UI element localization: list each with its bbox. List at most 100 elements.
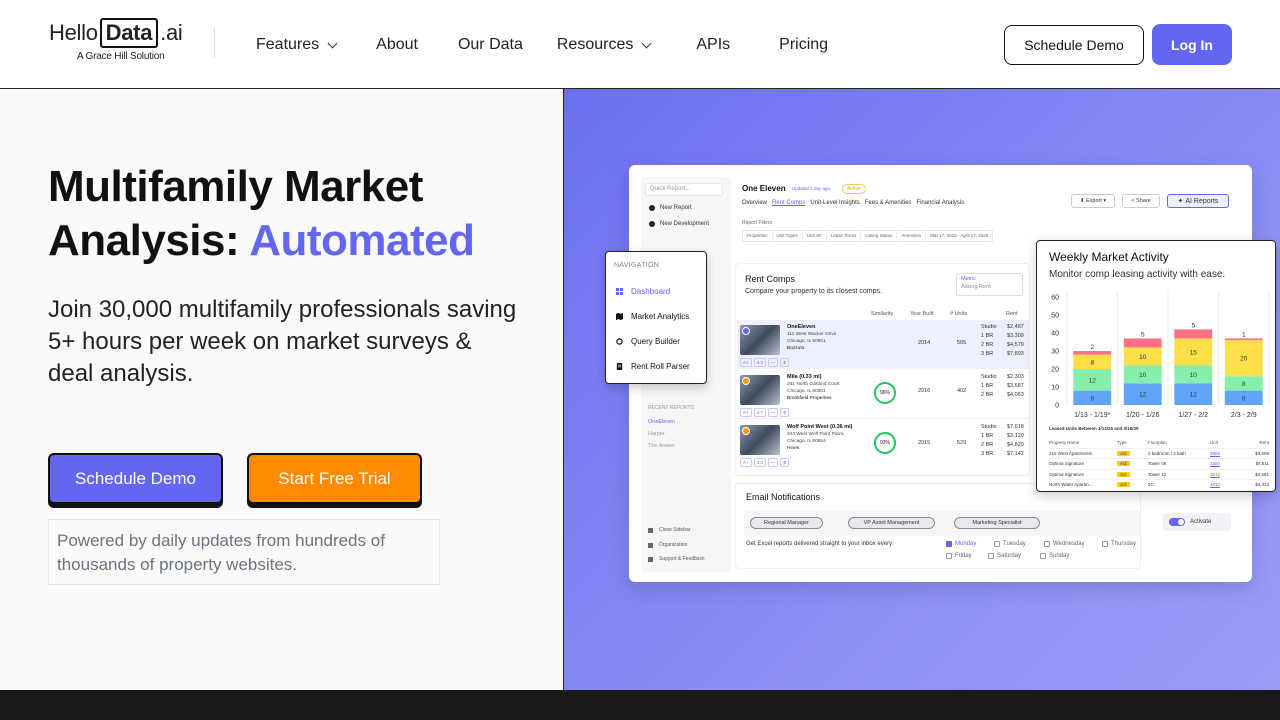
comp-units: 402 (957, 388, 967, 394)
report-filters: Properties Unit Types Unit SF Lease Term… (742, 230, 994, 242)
filter-chip: Lease Terms (827, 231, 862, 241)
leased-units-table: Property Name Type Floorplan Unit Rent 2… (1049, 438, 1269, 491)
rent-comps-card: Rent Comps Compare your property to its … (735, 263, 1030, 476)
comp-rents: $7,618 $3,120 $4,829 $7,142 (1007, 423, 1024, 459)
nav-features[interactable]: Features (256, 34, 338, 56)
nav-apis-label: APIs (696, 36, 731, 53)
unit-type: Studio (981, 424, 997, 430)
export-label: Export (1085, 198, 1102, 204)
checkbox-icon (1044, 541, 1050, 547)
share-label: Share (1136, 198, 1151, 204)
start-free-trial-button[interactable]: Start Free Trial (247, 453, 422, 504)
col-header: Property Name (1049, 440, 1080, 446)
nav-popup-query-builder: Query Builder (616, 337, 680, 346)
cell-property: Optima Signature (1049, 471, 1085, 477)
tab-unit-level-insights: Unit-Level Insights (810, 200, 860, 206)
status-badge: Active (842, 184, 866, 194)
nav-our-data-label: Our Data (457, 36, 523, 53)
nav-about-label: About (376, 36, 418, 53)
cell-rent: $4,511 (1255, 461, 1269, 467)
nav-links: Features About Our Data Resources APIs P… (256, 34, 828, 56)
day-checkbox-wednesday: Wednesday (1044, 541, 1085, 547)
plus-icon (649, 221, 655, 227)
navigation-title: NAVIGATION (614, 262, 660, 269)
bar-data-label: 8 (1090, 359, 1094, 366)
rent-value: $4,829 (1007, 442, 1024, 448)
y-tick-label: 0 (1055, 403, 1059, 410)
login-button[interactable]: Log In (1152, 24, 1232, 65)
cell-type: A/2 (1117, 450, 1130, 456)
rent-value: $3,120 (1007, 433, 1024, 439)
rent-value: $7,618 (1007, 424, 1024, 430)
cell-property: North Water Apartm... (1049, 482, 1093, 488)
nav-resources[interactable]: Resources (557, 34, 652, 56)
hero-title-accent: Automated (249, 216, 475, 265)
bar-data-label: 8 (1242, 395, 1246, 402)
weekly-market-activity-card: Weekly Market Activity Monitor comp leas… (1036, 240, 1276, 492)
hellodata-logo[interactable]: Hello Data .ai A Grace Hill Solution (49, 18, 183, 62)
unit-type: 2 BR (981, 392, 994, 398)
similarity-header: Similarity (871, 311, 894, 317)
day-checkbox-tuesday: Tuesday (994, 541, 1026, 547)
comp-owner: Hines (787, 446, 800, 451)
table-row: Optima Signature A/2 Tower 06 3400 $4,51… (1049, 459, 1269, 470)
metric-select: Metric Asking Rent (956, 273, 1023, 296)
hero-title: Multifamily Market Analysis: Automated (48, 160, 475, 268)
y-tick-label: 40 (1051, 331, 1059, 338)
recent-report-item: Harper (648, 431, 665, 437)
nav-apis[interactable]: APIs (696, 34, 730, 56)
cell-unit: 3606 (1210, 450, 1221, 456)
nav-about[interactable]: About (376, 34, 418, 56)
share-button: < Share (1122, 194, 1160, 208)
cell-unit: 3400 (1210, 461, 1221, 467)
cell-rent: $3,009 (1255, 450, 1269, 456)
new-development-label: New Development (660, 221, 710, 227)
email-schedule-prompt: Get Excel reports delivered straight to … (746, 541, 894, 547)
comp-year: 2014 (918, 340, 931, 346)
checkbox-icon (946, 553, 952, 559)
nav-our-data[interactable]: Our Data (458, 34, 523, 56)
col-header: Unit (1210, 440, 1219, 446)
table-row: Mila (0.33 mi) 201 North Garland Court C… (737, 370, 1030, 419)
rating-tag: 4.3 (753, 458, 766, 467)
rating-tag: 4.7 (753, 408, 766, 417)
comp-address: 111 West Wacker Drive (787, 332, 837, 337)
plus-icon (649, 205, 655, 211)
trend-tag: — (767, 408, 779, 417)
y-tick-label: 50 (1051, 313, 1059, 320)
nav-pricing[interactable]: Pricing (779, 34, 828, 56)
bar-data-label: 12 (1139, 392, 1147, 399)
table-row: North Water Apartm... A/2 2C 4010 $4,313 (1049, 480, 1269, 491)
leased-units-label: Leased Units Between 1/13/25 and 3/16/25 (1049, 426, 1139, 431)
rent-value: $2,303 (1007, 374, 1024, 380)
sidebar-icon (648, 527, 653, 533)
cell-unit: 2612 (1210, 471, 1221, 477)
unit-type: 1 BR (981, 433, 994, 439)
nav-schedule-demo-button[interactable]: Schedule Demo (1004, 25, 1144, 65)
x-tick-label: 1/13 - 1/19* (1074, 412, 1110, 419)
cell-type: A/2 (1117, 482, 1130, 488)
bar-data-label: 1 (1242, 331, 1246, 338)
comp-rents: $2,487 $3,309 $4,579 $7,893 (1007, 323, 1024, 359)
day-label: Friday (955, 553, 972, 559)
email-notifications-card: Email Notifications Regional Manager VP … (735, 483, 1141, 569)
rent-value: $4,579 (1007, 342, 1024, 348)
quick-report-search: Quick Report... (645, 183, 723, 196)
ai-reports-button: ✦ AI Reports (1167, 194, 1229, 208)
weekly-stacked-bar-chart: 0 10 20 30 40 50 60 8 12 8 2 1/13 - 1/19* 12 10 10 5 1/2… (1051, 291, 1270, 419)
cell-rent: $4,681 (1255, 471, 1269, 477)
similarity-ring: 96% (874, 382, 896, 404)
day-label: Tuesday (1003, 541, 1026, 547)
unit-type: 2 BR (981, 342, 994, 348)
new-report-label: New Report (660, 205, 692, 211)
report-filters-label: Report Filters (742, 220, 773, 226)
schedule-demo-button[interactable]: Schedule Demo (48, 453, 223, 504)
day-label: Saturday (997, 553, 1022, 559)
organization-label: Organization (659, 542, 688, 548)
tab-rent-comps: Rent Comps (772, 200, 806, 206)
cell-floorplan: 2 bedroom / 2 bath (1148, 450, 1186, 456)
bar-segment (1073, 351, 1112, 355)
number-icon (742, 427, 750, 435)
rent-value: $4,063 (1007, 392, 1024, 398)
rent-value: $3,309 (1007, 333, 1024, 339)
